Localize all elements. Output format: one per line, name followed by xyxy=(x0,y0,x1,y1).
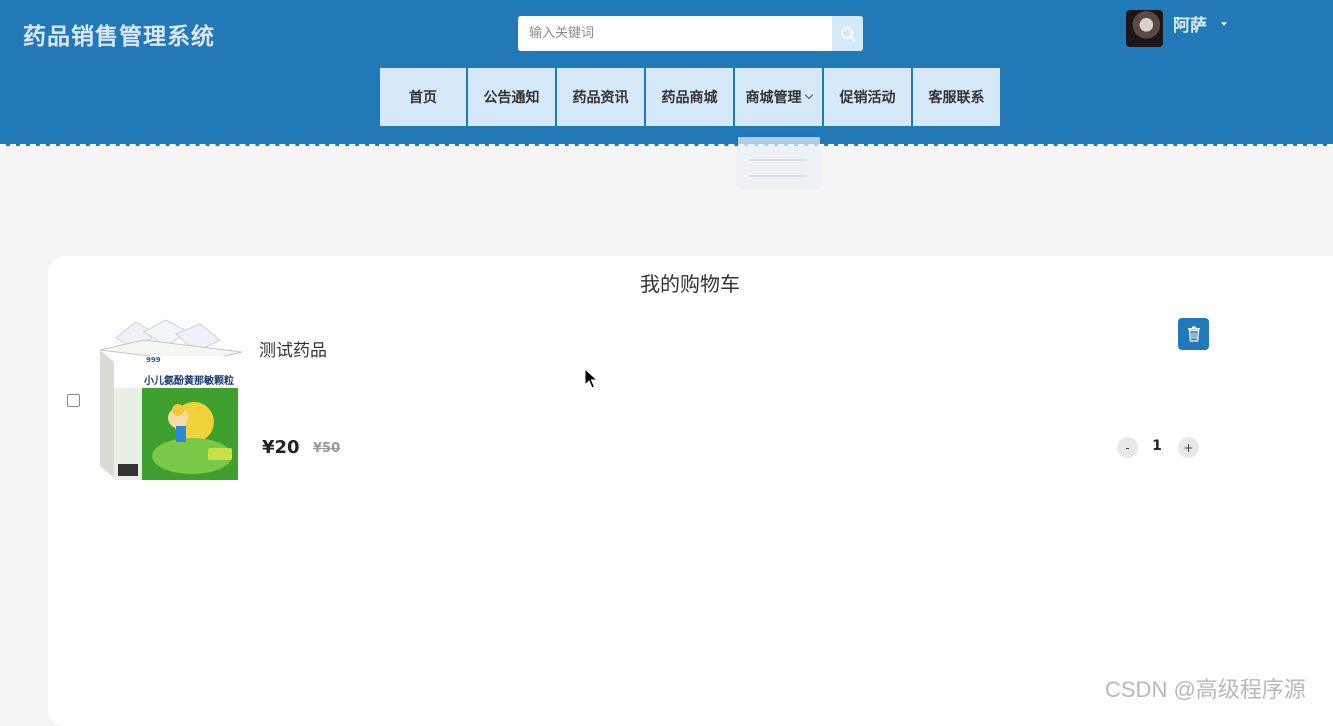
quantity-value: 1 xyxy=(1152,438,1162,454)
nav-item-label: 公告通知 xyxy=(483,90,540,106)
app-logo[interactable]: 药品销售管理系统 xyxy=(23,17,215,51)
caret-down-icon[interactable] xyxy=(1221,21,1227,26)
cart-title: 我的购物车 xyxy=(640,272,740,296)
trash-icon xyxy=(1187,326,1200,342)
cart-item-checkbox[interactable] xyxy=(67,394,80,407)
nav-item-announcements[interactable]: 公告通知 xyxy=(468,68,555,126)
user-menu[interactable]: 阿萨 xyxy=(1126,10,1227,47)
nav-item-label: 药品商城 xyxy=(661,90,718,106)
chevron-down-icon xyxy=(804,90,813,100)
search-button[interactable] xyxy=(832,16,863,51)
quantity-decrease-button[interactable]: - xyxy=(1117,437,1138,458)
nav-item-mall-management[interactable]: 商城管理 xyxy=(735,68,822,126)
avatar[interactable] xyxy=(1126,10,1163,47)
header: 药品销售管理系统 阿萨 首页 公告通知 药品资讯 药品商城 商城管理 促销活动 … xyxy=(0,0,1333,146)
nav-item-home[interactable]: 首页 xyxy=(380,68,466,126)
product-brand: 999 xyxy=(146,356,161,364)
nav-item-label: 药品资讯 xyxy=(572,90,629,106)
nav-item-customer-service[interactable]: 客服联系 xyxy=(913,68,1000,126)
product-name[interactable]: 测试药品 xyxy=(259,336,327,361)
minus-icon: - xyxy=(1125,440,1130,455)
quantity-increase-button[interactable]: + xyxy=(1178,437,1199,458)
nav-item-label: 客服联系 xyxy=(928,90,985,106)
username[interactable]: 阿萨 xyxy=(1173,11,1207,36)
search-input[interactable] xyxy=(518,16,832,51)
nav-item-label: 促销活动 xyxy=(839,90,896,106)
search-icon xyxy=(840,26,855,41)
search-box xyxy=(518,16,863,51)
nav-item-label: 商城管理 xyxy=(745,90,802,106)
nav-item-promotions[interactable]: 促销活动 xyxy=(824,68,911,126)
nav-item-drug-news[interactable]: 药品资讯 xyxy=(557,68,644,126)
delete-button[interactable] xyxy=(1178,318,1209,350)
main-nav: 首页 公告通知 药品资讯 药品商城 商城管理 促销活动 客服联系 xyxy=(380,68,1000,126)
product-price: ¥20 xyxy=(262,437,300,458)
nav-item-drug-mall[interactable]: 药品商城 xyxy=(646,68,733,126)
nav-item-label: 首页 xyxy=(409,90,437,106)
dropdown-item-ghost xyxy=(750,159,806,161)
product-original-price: ¥50 xyxy=(313,441,341,456)
product-image[interactable]: 999 小儿氨酚黄那敏颗粒 xyxy=(96,316,244,484)
mouse-cursor-icon xyxy=(584,368,598,389)
watermark: CSDN @高级程序源 xyxy=(1105,677,1306,702)
dropdown-menu-fading xyxy=(738,137,820,187)
plus-icon: + xyxy=(1183,440,1194,455)
dropdown-item-ghost xyxy=(750,175,806,177)
product-image-label: 小儿氨酚黄那敏颗粒 xyxy=(143,374,234,387)
